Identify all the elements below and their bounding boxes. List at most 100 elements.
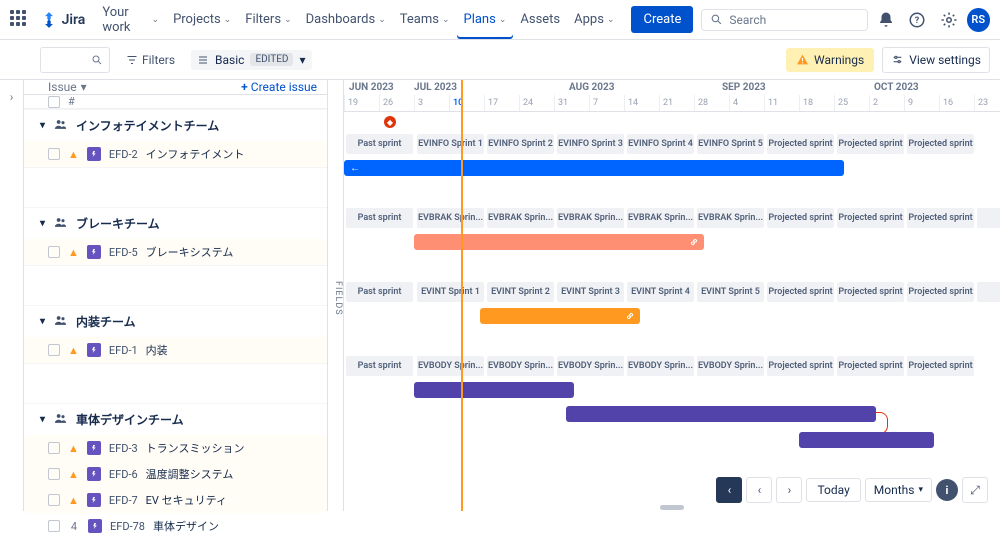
sprint-cell[interactable]: EVINT Sprint 1: [417, 282, 484, 302]
sprint-cell[interactable]: Projected sprint: [767, 134, 834, 154]
global-search[interactable]: Search: [701, 9, 868, 31]
sprint-cell[interactable]: EVBODY Sprin...: [557, 356, 624, 376]
schedule-bar[interactable]: ←: [344, 160, 844, 176]
issue-column-header[interactable]: Issue▾: [48, 80, 87, 94]
sprint-cell[interactable]: Past sprint: [346, 134, 413, 154]
nav-item-plans[interactable]: Plans⌄: [457, 1, 514, 39]
settings-icon[interactable]: [937, 8, 960, 32]
legend-button[interactable]: i: [936, 479, 958, 501]
sprint-cell[interactable]: EVINFO Sprint 4: [627, 134, 694, 154]
nav-item-dashboards[interactable]: Dashboards⌄: [299, 1, 393, 39]
team-group-row[interactable]: ▾車体デザインチーム: [24, 403, 327, 435]
sprint-cell[interactable]: EVBODY Sprin...: [417, 356, 484, 376]
sprint-cell[interactable]: EVINFO Sprint 1: [417, 134, 484, 154]
sprint-cell[interactable]: Pr...: [977, 208, 1000, 228]
quick-search[interactable]: [40, 47, 110, 73]
nav-item-assets[interactable]: Assets: [513, 1, 567, 39]
sprint-cell[interactable]: Past sprint: [346, 208, 413, 228]
sprint-cell[interactable]: EVBRAK Sprin...: [557, 208, 624, 228]
issue-row[interactable]: 4EFD-78車体デザイン: [24, 513, 327, 539]
sprint-cell[interactable]: EVINT Sprint 5: [697, 282, 764, 302]
sprint-cell[interactable]: Projected sprint: [837, 208, 904, 228]
link-icon[interactable]: [686, 234, 702, 250]
scroll-next-button[interactable]: ›: [776, 477, 802, 503]
sprint-cell[interactable]: Projected sprint: [767, 208, 834, 228]
issue-row[interactable]: ▲EFD-5ブレーキシステム: [24, 239, 327, 265]
nav-item-apps[interactable]: Apps⌄: [567, 1, 621, 39]
sprint-cell[interactable]: Projected sprint: [907, 208, 974, 228]
notifications-icon[interactable]: [874, 8, 897, 32]
dependency-link[interactable]: [876, 412, 888, 434]
sidebar-expand-button[interactable]: ›: [0, 80, 24, 511]
create-issue-button[interactable]: +Create issue: [241, 80, 317, 94]
help-icon[interactable]: ?: [906, 8, 929, 32]
issue-row[interactable]: ▲EFD-1内装: [24, 337, 327, 363]
warnings-button[interactable]: Warnings: [786, 48, 874, 72]
sprint-cell[interactable]: Projected sprint: [767, 356, 834, 376]
issue-checkbox[interactable]: [48, 468, 60, 480]
sprint-cell[interactable]: EVBODY Sprin...: [627, 356, 694, 376]
sprint-cell[interactable]: Projected sprint: [767, 282, 834, 302]
schedule-bar[interactable]: [480, 308, 640, 324]
nav-item-filters[interactable]: Filters⌄: [238, 1, 298, 39]
issue-checkbox[interactable]: [48, 442, 60, 454]
sprint-cell[interactable]: EVINFO Sprint 2: [487, 134, 554, 154]
sprint-cell[interactable]: Projected sprint: [907, 356, 974, 376]
sprint-cell[interactable]: Projected sprint: [907, 134, 974, 154]
issue-checkbox[interactable]: [48, 246, 60, 258]
timeline[interactable]: JUN 2023JUL 2023AUG 2023SEP 2023OCT 2023…: [344, 80, 1000, 511]
team-group-row[interactable]: ▾インフォテイメントチーム: [24, 109, 327, 141]
sprint-cell[interactable]: Past sprint: [346, 356, 413, 376]
zoom-select[interactable]: Months▾: [865, 478, 932, 502]
view-settings-button[interactable]: View settings: [882, 47, 990, 73]
fields-toggle[interactable]: FIELDS: [328, 80, 344, 511]
issue-checkbox[interactable]: [48, 520, 60, 532]
app-switcher-icon[interactable]: [10, 10, 30, 30]
user-avatar[interactable]: RS: [967, 8, 990, 32]
sprint-cell[interactable]: EVBODY Sprin...: [697, 356, 764, 376]
schedule-bar[interactable]: [414, 382, 574, 398]
sprint-cell[interactable]: Projected sprint: [837, 134, 904, 154]
select-all-checkbox[interactable]: [48, 96, 60, 108]
jira-logo[interactable]: Jira: [34, 11, 92, 29]
issue-row[interactable]: ▲EFD-6温度調整システム: [24, 461, 327, 487]
nav-item-teams[interactable]: Teams⌄: [393, 1, 457, 39]
sprint-cell[interactable]: EVINT Sprint 2: [487, 282, 554, 302]
create-button[interactable]: Create: [631, 6, 693, 33]
link-icon[interactable]: [622, 308, 638, 324]
sprint-cell[interactable]: Pr...: [977, 282, 1000, 302]
sprint-cell[interactable]: Projected sprint: [837, 282, 904, 302]
sprint-cell[interactable]: EVINT Sprint 3: [557, 282, 624, 302]
sprint-cell[interactable]: EVBRAK Sprin...: [697, 208, 764, 228]
issue-row[interactable]: ▲EFD-3トランスミッション: [24, 435, 327, 461]
filters-button[interactable]: Filters: [118, 49, 183, 71]
schedule-bar[interactable]: [414, 234, 704, 250]
today-button[interactable]: Today: [806, 478, 860, 502]
scroll-prev-button[interactable]: ‹: [746, 477, 772, 503]
sprint-cell[interactable]: Projected sprint: [837, 356, 904, 376]
fullscreen-button[interactable]: ⤢: [962, 477, 988, 503]
sprint-cell[interactable]: Projected sprint: [907, 282, 974, 302]
sprint-cell[interactable]: EVINFO Sprint 3: [557, 134, 624, 154]
issue-checkbox[interactable]: [48, 148, 60, 160]
panel-resize-handle[interactable]: [660, 505, 684, 510]
sprint-cell[interactable]: EVBRAK Sprin...: [627, 208, 694, 228]
scroll-start-button[interactable]: ‹: [716, 477, 742, 503]
sprint-cell[interactable]: EVBODY Sprin...: [487, 356, 554, 376]
issue-row[interactable]: ▲EFD-7EV セキュリティ: [24, 487, 327, 513]
issue-row[interactable]: ▲EFD-2インフォテイメント: [24, 141, 327, 167]
nav-item-projects[interactable]: Projects⌄: [166, 1, 238, 39]
sprint-cell[interactable]: EVINFO Sprint 5: [697, 134, 764, 154]
sprint-cell[interactable]: Past sprint: [346, 282, 413, 302]
schedule-bar[interactable]: [799, 432, 934, 448]
timeline-body[interactable]: Past sprintEVINFO Sprint 1EVINFO Sprint …: [344, 112, 1000, 511]
schedule-bar[interactable]: [566, 406, 876, 422]
sprint-cell[interactable]: EVINT Sprint 4: [627, 282, 694, 302]
view-mode-selector[interactable]: Basic EDITED ▾: [191, 50, 311, 70]
issue-checkbox[interactable]: [48, 494, 60, 506]
sprint-cell[interactable]: EVBRAK Sprin...: [487, 208, 554, 228]
sprint-cell[interactable]: EVBRAK Sprin...: [417, 208, 484, 228]
nav-item-your-work[interactable]: Your work⌄: [95, 1, 166, 39]
team-group-row[interactable]: ▾ブレーキチーム: [24, 207, 327, 239]
issue-checkbox[interactable]: [48, 344, 60, 356]
